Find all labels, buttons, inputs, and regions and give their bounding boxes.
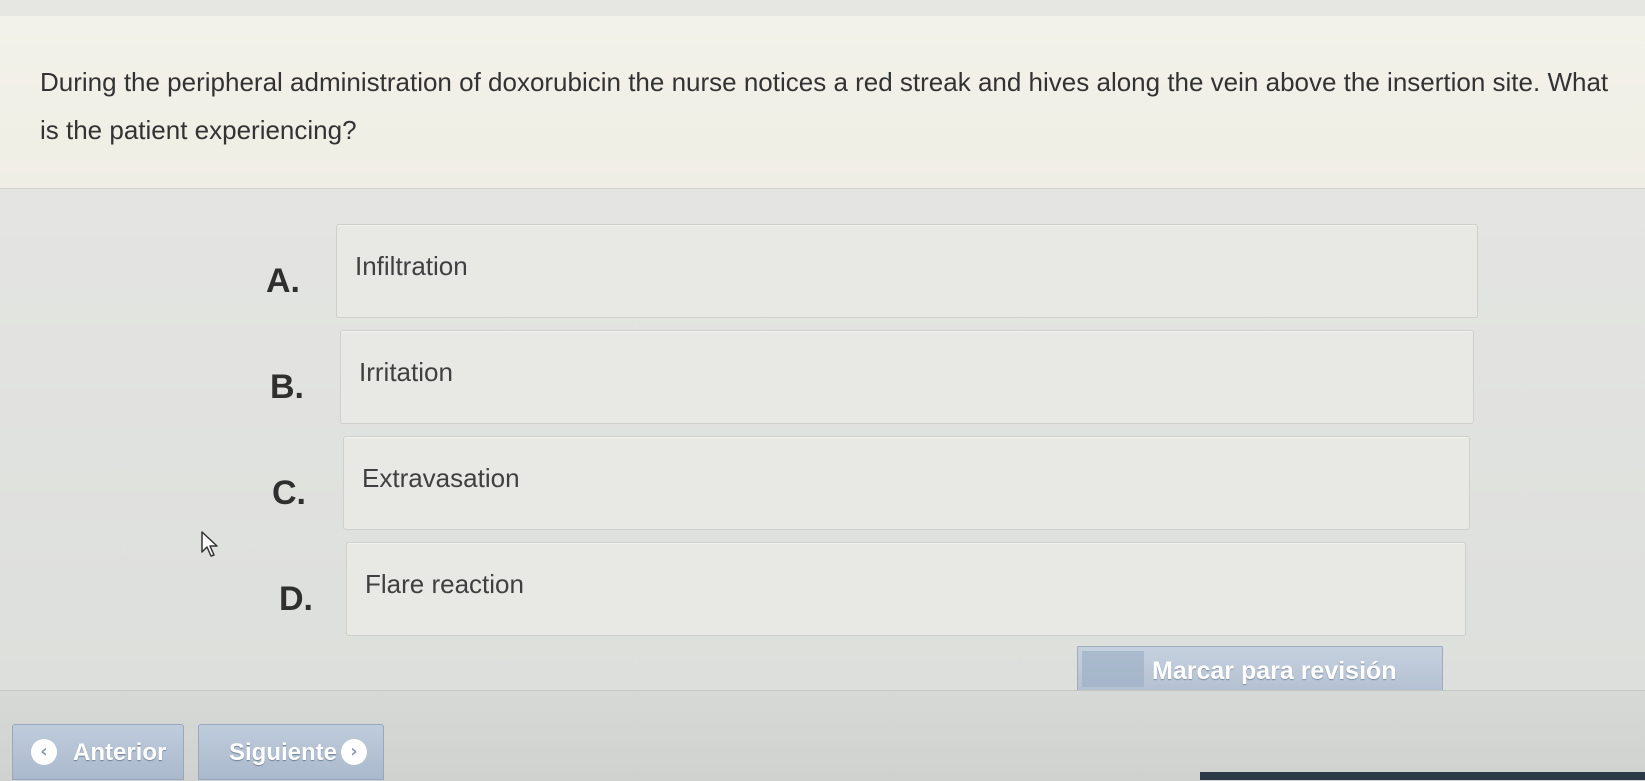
next-label: Siguiente — [229, 739, 338, 766]
taskbar-edge — [1200, 772, 1645, 780]
option-letter-d: D. — [279, 580, 313, 618]
option-b[interactable]: Irritation — [340, 330, 1474, 424]
question-text: During the peripheral administration of … — [40, 67, 1609, 145]
previous-button[interactable]: ‹ Anterior — [12, 724, 184, 780]
option-c-text: Extravasation — [362, 463, 520, 493]
option-letter-c: C. — [272, 474, 306, 512]
mouse-cursor-icon — [201, 531, 218, 557]
window-top-strip — [0, 0, 1645, 17]
option-b-text: Irritation — [359, 357, 453, 387]
mark-review-label: Marcar para revisión — [1152, 657, 1397, 685]
option-d-text: Flare reaction — [365, 569, 524, 599]
chevron-left-icon: ‹ — [31, 739, 57, 765]
option-d[interactable]: Flare reaction — [346, 542, 1466, 636]
previous-label: Anterior — [73, 739, 167, 766]
chevron-right-icon: › — [341, 739, 367, 765]
option-c[interactable]: Extravasation — [343, 436, 1470, 530]
option-letter-a: A. — [266, 262, 300, 300]
next-button[interactable]: Siguiente › — [198, 724, 384, 780]
option-letter-b: B. — [270, 368, 304, 406]
option-a-text: Infiltration — [355, 251, 468, 281]
option-a[interactable]: Infiltration — [336, 224, 1478, 318]
mark-for-review-button[interactable]: Marcar para revisión — [1077, 646, 1443, 692]
mark-review-accent — [1082, 651, 1144, 687]
